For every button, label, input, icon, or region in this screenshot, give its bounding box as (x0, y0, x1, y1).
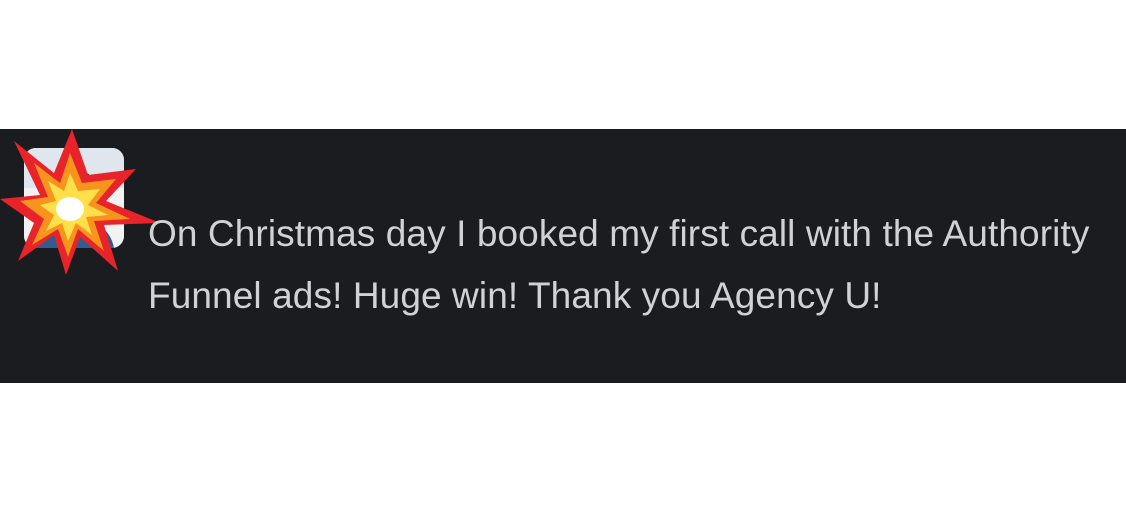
message-panel: On Christmas day I booked my first call … (0, 129, 1126, 383)
message-text: On Christmas day I booked my first call … (148, 213, 1090, 316)
collision-emoji-icon (0, 129, 160, 275)
burst-core (56, 197, 84, 221)
